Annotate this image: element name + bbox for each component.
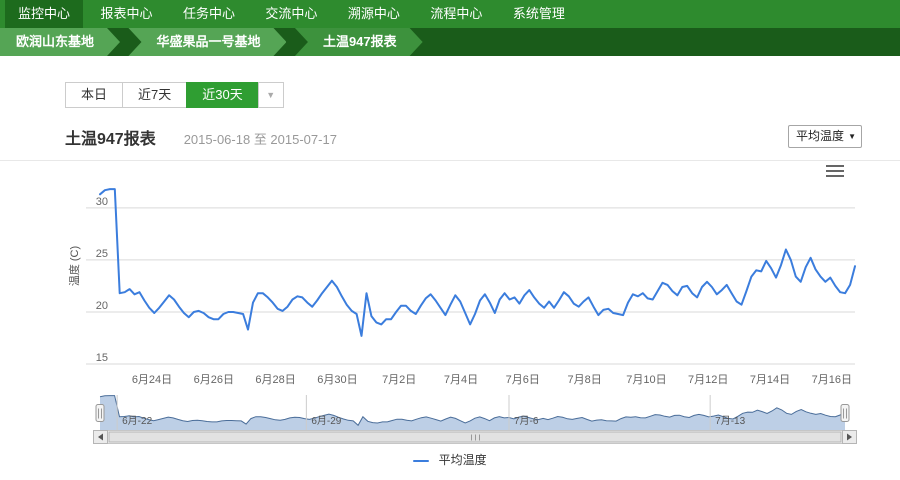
x-axis-tick-label: 6月26日: [194, 374, 234, 386]
legend-series-label: 平均温度: [439, 453, 487, 467]
range-button-group: 本日 近7天 近30天 ▼: [65, 82, 284, 108]
x-axis-tick-label: 7月4日: [444, 374, 478, 386]
y-axis-tick-label: 20: [96, 300, 108, 312]
x-axis-tick-label: 6月24日: [132, 374, 172, 386]
x-axis-tick-label: 7月16日: [812, 374, 852, 386]
legend-line-icon: [413, 460, 429, 462]
title-row: 土温947报表 2015-06-18 至 2015-07-17: [65, 125, 337, 149]
page-title: 土温947报表: [65, 125, 156, 149]
chevron-down-icon: ▼: [848, 126, 856, 147]
series-line: [100, 189, 855, 336]
chart-panel: 30 25 20 15 温度 (C) 6月24日 6月26日 6月28日 6月30日 7月2日 7月…: [0, 160, 900, 450]
nav-item-communication[interactable]: 交流中心: [252, 0, 330, 28]
breadcrumb-item-report[interactable]: 土温947报表: [295, 28, 423, 56]
navigator-left-handle[interactable]: [96, 405, 104, 422]
range-dropdown-button[interactable]: ▼: [258, 82, 284, 108]
breadcrumb-item-farm[interactable]: 华盛果品一号基地: [128, 28, 286, 56]
x-axis-tick-label: 7月10日: [626, 374, 666, 386]
range-today-button[interactable]: 本日: [65, 82, 123, 108]
nav-item-tasks[interactable]: 任务中心: [170, 0, 248, 28]
chart-legend[interactable]: 平均温度: [0, 451, 900, 468]
navigator-tick-label: 6月-22: [122, 415, 152, 427]
x-axis-tick-label: 7月2日: [382, 374, 416, 386]
nav-item-monitor[interactable]: 监控中心: [5, 0, 83, 28]
nav-item-workflow[interactable]: 流程中心: [417, 0, 495, 28]
navigator-tick-label: 6月-29: [311, 415, 341, 427]
temperature-line-chart[interactable]: 30 25 20 15 温度 (C) 6月24日 6月26日 6月28日 6月30日 7月2日 7月…: [0, 161, 900, 451]
y-axis-tick-label: 15: [96, 352, 108, 364]
navigator-tick-label: 7月-6: [514, 415, 539, 427]
x-axis-tick-label: 6月30日: [317, 374, 357, 386]
metric-select-value: 平均温度: [796, 129, 844, 143]
range-7days-button[interactable]: 近7天: [122, 82, 187, 108]
y-axis-tick-label: 25: [96, 248, 108, 260]
x-axis-tick-label: 7月8日: [567, 374, 601, 386]
x-axis-tick-label: 7月14日: [750, 374, 790, 386]
x-axis-tick-label: 7月12日: [688, 374, 728, 386]
metric-select[interactable]: 平均温度 ▼: [788, 125, 862, 148]
y-axis-title: 温度 (C): [67, 246, 81, 286]
nav-item-traceability[interactable]: 溯源中心: [335, 0, 413, 28]
breadcrumb: 欧润山东基地 华盛果品一号基地 土温947报表: [0, 28, 900, 56]
navigator-right-handle[interactable]: [841, 405, 849, 422]
chart-scrollbar[interactable]: [94, 431, 857, 444]
y-axis-tick-label: 30: [96, 196, 108, 208]
chart-navigator[interactable]: 6月-22 6月-29 7月-6 7月-13: [100, 395, 845, 431]
x-axis-tick-label: 6月28日: [255, 374, 295, 386]
range-30days-button[interactable]: 近30天: [186, 82, 258, 108]
nav-item-reports[interactable]: 报表中心: [87, 0, 165, 28]
main-plot[interactable]: 30 25 20 15 温度 (C) 6月24日 6月26日 6月28日 6月30日 7月2日 7月…: [67, 189, 855, 386]
x-axis-tick-label: 7月6日: [506, 374, 540, 386]
breadcrumb-item-base[interactable]: 欧润山东基地: [0, 28, 120, 56]
nav-item-system[interactable]: 系统管理: [500, 0, 578, 28]
chart-menu-icon[interactable]: [826, 165, 844, 179]
main-nav: 监控中心 报表中心 任务中心 交流中心 溯源中心 流程中心 系统管理: [0, 0, 900, 28]
date-range-label: 2015-06-18 至 2015-07-17: [184, 129, 337, 148]
chevron-down-icon: ▼: [266, 90, 275, 100]
navigator-tick-label: 7月-13: [715, 415, 745, 427]
